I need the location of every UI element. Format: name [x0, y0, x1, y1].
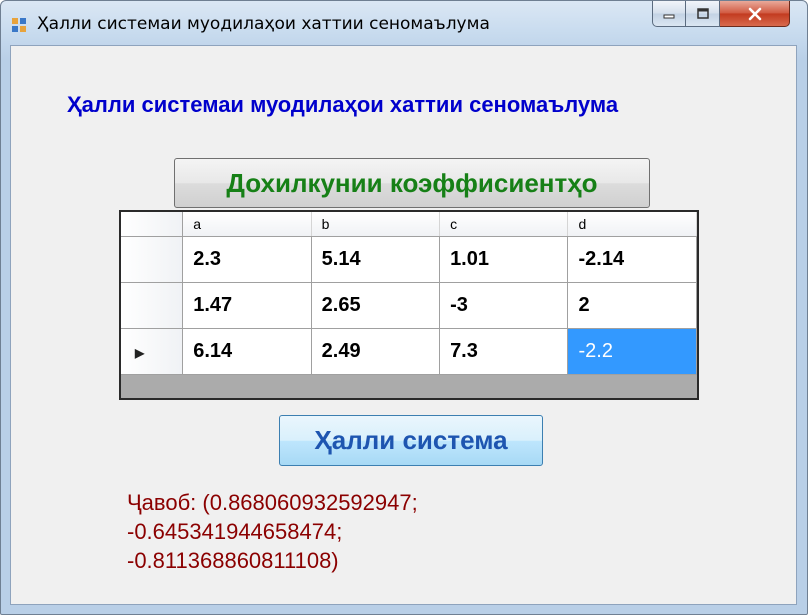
page-title: Ҳалли системаи муодилаҳои хаттии сеномаъ…: [67, 92, 619, 117]
column-header-a[interactable]: a: [182, 212, 312, 237]
cell[interactable]: 2: [567, 282, 697, 329]
cell[interactable]: 6.14: [182, 328, 312, 375]
app-icon: [12, 18, 26, 32]
coefficients-grid[interactable]: a b c d 2.3 5.14 1.01 -2.14 1.47 2.65 -3…: [119, 210, 699, 400]
maximize-button[interactable]: [686, 1, 720, 27]
close-icon: [748, 7, 761, 20]
window-title: Ҳалли системаи муодилаҳои хаттии сеномаъ…: [37, 14, 490, 34]
input-coefficients-button[interactable]: Дохилкунии коэффисиентҳо: [174, 158, 650, 208]
answer-label: Ҷавоб: (0.868060932592947; -0.6453419446…: [127, 488, 418, 575]
table-row: 1.47 2.65 -3 2: [121, 282, 697, 329]
solve-system-button[interactable]: Ҳалли система: [279, 415, 543, 466]
row-header[interactable]: ▶: [121, 328, 184, 375]
close-button[interactable]: [720, 1, 790, 27]
cell[interactable]: 2.49: [311, 328, 441, 375]
column-header-d[interactable]: d: [567, 212, 697, 237]
column-header-c[interactable]: c: [439, 212, 569, 237]
cell[interactable]: 1.47: [182, 282, 312, 329]
selected-cell[interactable]: -2.2: [567, 328, 697, 375]
title-bar[interactable]: Ҳалли системаи муодилаҳои хаттии сеномаъ…: [1, 1, 807, 45]
coefficients-table: a b c d 2.3 5.14 1.01 -2.14 1.47 2.65 -3…: [121, 212, 697, 375]
row-header[interactable]: [121, 282, 184, 329]
answer-line-2: -0.645341944658474;: [127, 519, 343, 544]
row-header[interactable]: [121, 236, 184, 283]
current-row-marker-icon: ▶: [135, 346, 145, 360]
cell[interactable]: 5.14: [311, 236, 441, 283]
column-header-b[interactable]: b: [311, 212, 441, 237]
cell[interactable]: 1.01: [439, 236, 569, 283]
answer-line-3: -0.811368860811108): [127, 548, 339, 573]
table-row: ▶ 6.14 2.49 7.3 -2.2: [121, 328, 697, 375]
table-row: 2.3 5.14 1.01 -2.14: [121, 236, 697, 283]
minimize-icon: [663, 14, 675, 18]
corner-header: [121, 212, 184, 237]
cell[interactable]: 2.3: [182, 236, 312, 283]
header-row: a b c d: [121, 212, 697, 237]
cell[interactable]: 7.3: [439, 328, 569, 375]
maximize-icon: [696, 7, 709, 19]
answer-line-1: Ҷавоб: (0.868060932592947;: [127, 490, 418, 515]
minimize-button[interactable]: [652, 1, 686, 27]
cell[interactable]: -3: [439, 282, 569, 329]
cell[interactable]: -2.14: [567, 236, 697, 283]
form-client-area: Ҳалли системаи муодилаҳои хаттии сеномаъ…: [10, 45, 797, 605]
app-window: Ҳалли системаи муодилаҳои хаттии сеномаъ…: [0, 0, 808, 615]
cell[interactable]: 2.65: [311, 282, 441, 329]
